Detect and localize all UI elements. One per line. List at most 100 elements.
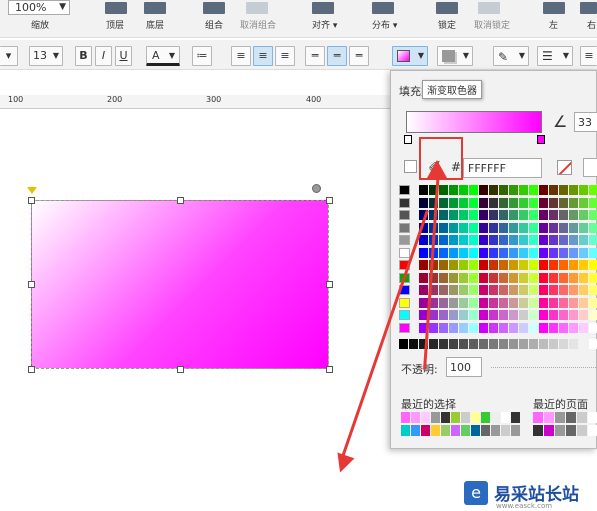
recent-color-swatch[interactable] [451, 412, 460, 423]
color-swatch[interactable] [529, 210, 538, 220]
color-swatch[interactable] [549, 247, 558, 258]
color-swatch[interactable] [539, 197, 548, 208]
grey-palette[interactable] [399, 339, 597, 351]
color-swatch[interactable] [539, 322, 548, 333]
color-swatch[interactable] [559, 260, 568, 270]
grey-swatch[interactable] [459, 339, 468, 349]
color-swatch[interactable] [499, 297, 508, 308]
color-swatch[interactable] [489, 185, 498, 195]
color-swatch[interactable] [569, 297, 578, 308]
color-swatch[interactable] [559, 197, 568, 208]
color-swatch[interactable] [439, 222, 448, 233]
resize-handle[interactable] [28, 366, 35, 373]
color-swatch[interactable] [469, 297, 478, 308]
color-swatch[interactable] [559, 222, 568, 233]
color-swatch[interactable] [459, 185, 468, 195]
resize-handle[interactable] [177, 197, 184, 204]
color-swatch[interactable] [439, 247, 448, 258]
align-text-right-icon[interactable]: ≡ [275, 46, 295, 66]
align-icon[interactable] [312, 2, 334, 14]
color-swatch[interactable] [529, 235, 538, 245]
color-swatch[interactable] [449, 210, 458, 220]
color-swatch[interactable] [499, 210, 508, 220]
color-swatch[interactable] [509, 210, 518, 220]
recent-color-swatch[interactable] [421, 425, 430, 436]
align-left-button[interactable]: 左 [549, 18, 558, 31]
color-swatch[interactable] [399, 235, 410, 245]
recent-color-swatch[interactable] [421, 412, 430, 423]
color-swatch[interactable] [539, 210, 548, 220]
color-swatch[interactable] [539, 185, 548, 195]
grey-swatch[interactable] [399, 339, 408, 349]
send-to-back-button[interactable]: 底层 [146, 18, 164, 31]
color-swatch[interactable] [589, 272, 597, 283]
color-swatch[interactable] [399, 197, 410, 208]
color-swatch[interactable] [479, 197, 488, 208]
color-swatch[interactable] [509, 222, 518, 233]
color-swatch[interactable] [579, 272, 588, 283]
color-swatch[interactable] [439, 285, 448, 295]
color-swatch[interactable] [449, 260, 458, 270]
recent-color-swatch[interactable] [501, 412, 510, 423]
color-swatch[interactable] [589, 285, 597, 295]
resize-handle[interactable] [177, 366, 184, 373]
grey-swatch[interactable] [469, 339, 478, 349]
distribute-icon[interactable] [372, 2, 394, 14]
recent-color-swatch[interactable] [441, 412, 450, 423]
recent-color-swatch[interactable] [481, 412, 490, 423]
color-swatch[interactable] [489, 272, 498, 283]
color-swatch[interactable] [439, 210, 448, 220]
color-swatch[interactable] [429, 310, 438, 320]
color-swatch[interactable] [569, 197, 578, 208]
color-swatch[interactable] [479, 222, 488, 233]
color-swatch[interactable] [489, 247, 498, 258]
resize-handle[interactable] [326, 281, 333, 288]
color-swatch[interactable] [449, 285, 458, 295]
color-swatch[interactable] [459, 210, 468, 220]
color-swatch[interactable] [479, 322, 488, 333]
color-swatch[interactable] [419, 272, 428, 283]
recent-page-color-swatch[interactable] [577, 425, 587, 436]
color-swatch[interactable] [479, 272, 488, 283]
bold-button[interactable]: B [75, 46, 92, 66]
color-swatch[interactable] [509, 197, 518, 208]
color-swatch[interactable] [439, 185, 448, 195]
color-swatch[interactable] [539, 222, 548, 233]
color-swatch[interactable] [519, 297, 528, 308]
color-swatch[interactable] [499, 260, 508, 270]
grey-swatch[interactable] [589, 339, 597, 349]
color-swatch[interactable] [439, 235, 448, 245]
color-swatch[interactable] [419, 260, 428, 270]
current-color-swatch[interactable] [404, 160, 417, 173]
color-swatch[interactable] [549, 197, 558, 208]
line-style-button[interactable]: ≡ [580, 46, 597, 66]
color-swatch[interactable] [559, 322, 568, 333]
color-swatch[interactable] [449, 222, 458, 233]
recent-color-swatch[interactable] [401, 412, 410, 423]
valign-top-icon[interactable]: ═ [305, 46, 325, 66]
recent-page-color-swatch[interactable] [544, 425, 554, 436]
gradient-stop-end[interactable] [537, 135, 545, 144]
color-swatch[interactable] [439, 260, 448, 270]
color-swatch[interactable] [439, 297, 448, 308]
color-swatch[interactable] [589, 247, 597, 258]
color-swatch[interactable] [529, 185, 538, 195]
resize-handle[interactable] [326, 366, 333, 373]
unlock-icon[interactable] [478, 2, 500, 14]
color-swatch[interactable] [549, 260, 558, 270]
color-swatch[interactable] [539, 285, 548, 295]
color-swatch[interactable] [459, 322, 468, 333]
color-swatch[interactable] [559, 210, 568, 220]
color-swatch[interactable] [509, 285, 518, 295]
color-swatch[interactable] [479, 297, 488, 308]
color-swatch[interactable] [479, 185, 488, 195]
color-swatch[interactable] [399, 310, 410, 320]
color-swatch[interactable] [449, 310, 458, 320]
color-swatch[interactable] [489, 260, 498, 270]
color-swatch[interactable] [559, 310, 568, 320]
color-swatch[interactable] [529, 197, 538, 208]
color-swatch[interactable] [479, 235, 488, 245]
color-swatch[interactable] [549, 322, 558, 333]
color-swatch[interactable] [509, 310, 518, 320]
color-swatch[interactable] [469, 235, 478, 245]
